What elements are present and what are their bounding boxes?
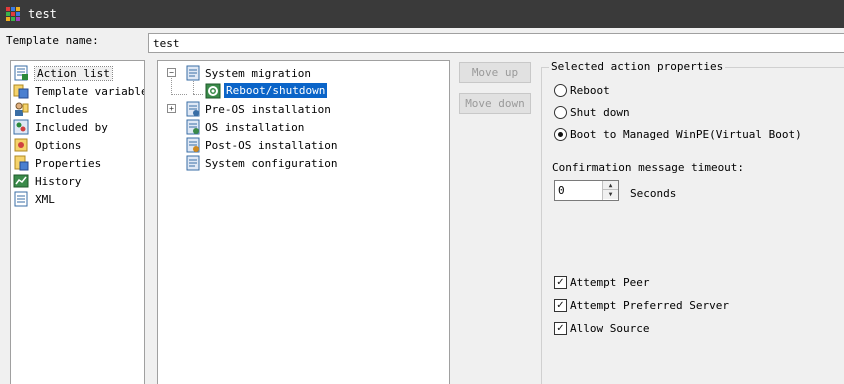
nav-label-properties: Properties (35, 156, 102, 170)
nav-item-included-by[interactable]: Included by (11, 118, 144, 136)
nav-label-includes: Includes (35, 102, 88, 116)
template-variables-icon (13, 83, 29, 99)
properties-icon (13, 155, 29, 171)
radio-button[interactable] (554, 84, 567, 97)
tree-node-system-migration[interactable]: − System migration (158, 64, 449, 82)
stepper-buttons: ▲ ▼ (602, 181, 618, 200)
expand-icon[interactable]: + (167, 104, 176, 113)
title-bar: test (0, 0, 844, 28)
action-list-icon (13, 65, 29, 81)
boot-winpe-radio[interactable]: Boot to Managed WinPE(Virtual Boot) (554, 128, 802, 141)
included-by-icon (13, 119, 29, 135)
nav-label-included-by: Included by (35, 120, 108, 134)
xml-icon (13, 191, 29, 207)
task-sequence-icon (185, 119, 201, 135)
radio-label: Boot to Managed WinPE(Virtual Boot) (570, 128, 802, 141)
nav-label-options: Options (35, 138, 82, 152)
radio-label: Shut down (570, 106, 630, 119)
nav-item-options[interactable]: Options (11, 136, 144, 154)
attempt-preferred-server-checkbox[interactable]: ✓ Attempt Preferred Server (554, 299, 729, 312)
tree-label: System migration (205, 67, 311, 80)
tree-node-post-os-installation[interactable]: Post-OS installation (158, 136, 449, 154)
template-name-label: Template name: (6, 34, 99, 47)
task-sequence-icon (185, 101, 201, 117)
nav-label-template-variables: Template variables (35, 84, 144, 98)
nav-item-properties[interactable]: Properties (11, 154, 144, 172)
collapse-icon[interactable]: − (167, 68, 176, 77)
nav-item-xml[interactable]: XML (11, 190, 144, 208)
action-tree: − System migration Reboot/shutdown + Pre… (157, 60, 450, 384)
timeout-unit: Seconds (630, 187, 677, 200)
checkbox-label: Attempt Preferred Server (570, 299, 729, 312)
tree-node-os-installation[interactable]: OS installation (158, 118, 449, 136)
properties-title: Selected action properties (549, 60, 726, 73)
spin-down-icon[interactable]: ▼ (603, 190, 618, 199)
nav-item-includes[interactable]: Includes (11, 100, 144, 118)
radio-button[interactable] (554, 128, 567, 141)
options-icon (13, 137, 29, 153)
reboot-gear-icon (205, 83, 221, 99)
radio-label: Reboot (570, 84, 610, 97)
selected-action-properties: Selected action properties Reboot Shut d… (541, 60, 844, 384)
tree-label: System configuration (205, 157, 338, 170)
task-sequence-icon (185, 155, 201, 171)
nav-item-history[interactable]: History (11, 172, 144, 190)
check-icon[interactable]: ✓ (554, 299, 567, 312)
app-icon (6, 7, 20, 21)
task-sequence-icon (185, 137, 201, 153)
check-icon[interactable]: ✓ (554, 276, 567, 289)
tree-label-selected: Reboot/shutdown (224, 83, 328, 98)
nav-label-history: History (35, 174, 82, 188)
template-name-input[interactable] (148, 33, 844, 53)
timeout-label: Confirmation message timeout: (552, 161, 745, 174)
nav-label-action-list: Action list (34, 65, 113, 81)
tree-node-system-configuration[interactable]: System configuration (158, 154, 449, 172)
radio-button[interactable] (554, 106, 567, 119)
attempt-peer-checkbox[interactable]: ✓ Attempt Peer (554, 276, 649, 289)
checkbox-label: Allow Source (570, 322, 650, 335)
tree-node-pre-os-installation[interactable]: + Pre-OS installation (158, 100, 449, 118)
shut-down-radio[interactable]: Shut down (554, 106, 630, 119)
tree-label: Post-OS installation (205, 139, 338, 152)
timeout-stepper[interactable]: 0 ▲ ▼ (554, 180, 619, 201)
check-icon[interactable]: ✓ (554, 322, 567, 335)
allow-source-checkbox[interactable]: ✓ Allow Source (554, 322, 649, 335)
nav-panel: Action list Template variables Includes … (10, 60, 145, 384)
window-title: test (28, 7, 57, 21)
move-down-button[interactable]: Move down (459, 93, 531, 114)
tree-label: Pre-OS installation (205, 103, 331, 116)
nav-item-template-variables[interactable]: Template variables (11, 82, 144, 100)
template-name-row: Template name: (0, 28, 844, 58)
tree-node-reboot-shutdown[interactable]: Reboot/shutdown (158, 82, 449, 100)
timeout-value[interactable]: 0 (558, 184, 565, 197)
task-sequence-icon (185, 65, 201, 81)
includes-icon (13, 101, 29, 117)
nav-item-action-list[interactable]: Action list (11, 64, 144, 82)
nav-label-xml: XML (35, 192, 55, 206)
history-icon (13, 173, 29, 189)
move-up-button[interactable]: Move up (459, 62, 531, 83)
checkbox-label: Attempt Peer (570, 276, 650, 289)
spin-up-icon[interactable]: ▲ (603, 181, 618, 190)
reboot-radio[interactable]: Reboot (554, 84, 610, 97)
tree-label: OS installation (205, 121, 305, 134)
